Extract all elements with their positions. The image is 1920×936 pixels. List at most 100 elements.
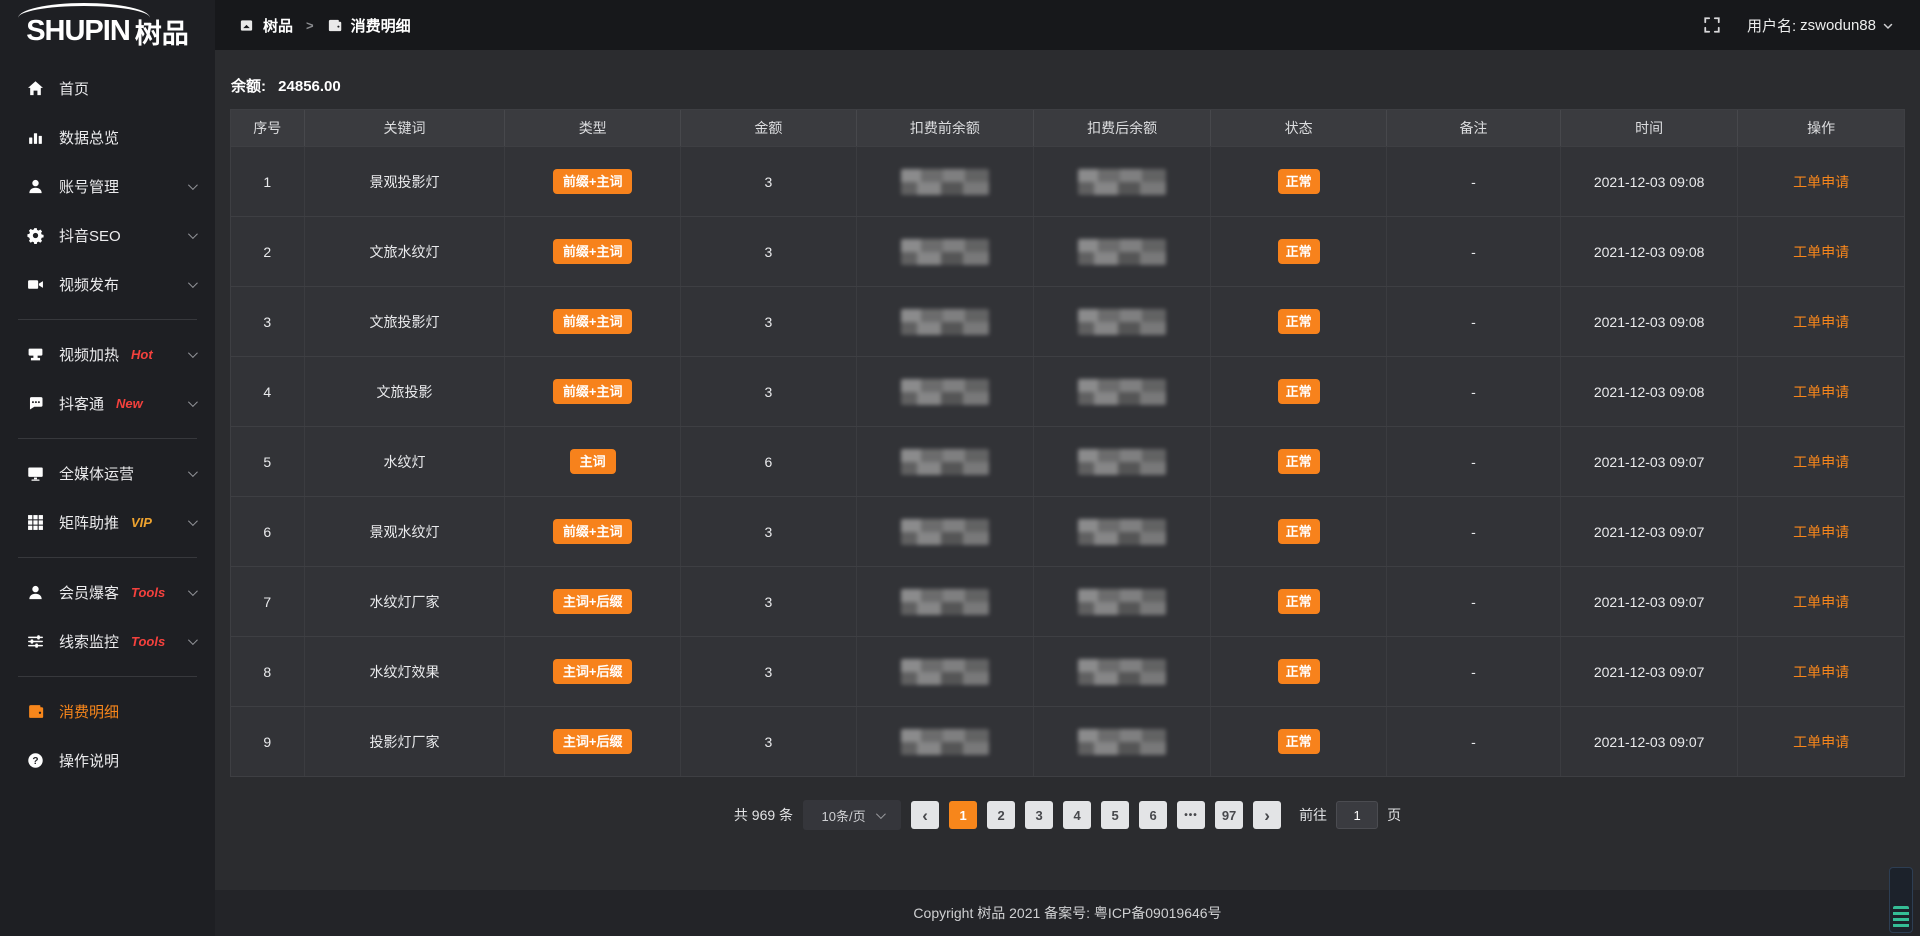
sidebar-item-clue-monitor[interactable]: 线索监控Tools (0, 617, 215, 666)
sidebar-item-douyin-seo[interactable]: 抖音SEO (0, 211, 215, 260)
column-header: 状态 (1211, 110, 1387, 146)
page-button-1[interactable]: 1 (949, 801, 977, 829)
sidebar-item-data-overview[interactable]: 数据总览 (0, 113, 215, 162)
breadcrumb-separator: > (302, 18, 318, 33)
status-badge: 正常 (1278, 589, 1320, 614)
redacted-balance-before (901, 239, 989, 265)
sidebar-item-member-burst[interactable]: 会员爆客Tools (0, 568, 215, 617)
redacted-balance-before (901, 309, 989, 335)
work-order-link[interactable]: 工单申请 (1793, 662, 1849, 682)
work-order-link[interactable]: 工单申请 (1793, 242, 1849, 262)
status-badge: 正常 (1278, 309, 1320, 334)
gear-icon (27, 227, 44, 244)
floating-widget[interactable] (1889, 867, 1913, 933)
keyword-text: 景观投影灯 (369, 172, 439, 192)
status-badge: 正常 (1278, 729, 1320, 754)
total-count: 共 969 条 (734, 805, 793, 825)
time-text: 2021-12-03 09:07 (1594, 524, 1705, 540)
column-header: 操作 (1738, 110, 1904, 146)
page-button-5[interactable]: 5 (1101, 801, 1129, 829)
sidebar-item-label: 全媒体运营 (59, 463, 134, 484)
sidebar-item-home[interactable]: 首页 (0, 64, 215, 113)
page-size-select[interactable]: 10条/页 (803, 800, 901, 830)
work-order-link[interactable]: 工单申请 (1793, 732, 1849, 752)
chevron-down-icon (876, 809, 886, 819)
amount-text: 3 (764, 244, 772, 260)
table-row: 9投影灯厂家主词+后缀3正常-2021-12-03 09:07工单申请 (231, 706, 1904, 776)
fullscreen-icon[interactable] (1703, 16, 1721, 34)
grid-icon (27, 514, 44, 531)
username-value: zswodun88 (1800, 17, 1876, 34)
sidebar-item-matrix-boost[interactable]: 矩阵助推VIP (0, 498, 215, 547)
column-header: 关键词 (305, 110, 506, 146)
breadcrumb-current: 消费明细 (351, 15, 411, 36)
sidebar-item-label: 操作说明 (59, 750, 119, 771)
sidebar-menu: 首页数据总览账号管理抖音SEO视频发布视频加热Hot抖客通New 全媒体运营矩阵助… (0, 62, 215, 785)
table-row: 7水纹灯厂家主词+后缀3正常-2021-12-03 09:07工单申请 (231, 566, 1904, 636)
keyword-text: 文旅投影灯 (369, 312, 439, 332)
keyword-text: 水纹灯厂家 (369, 592, 439, 612)
redacted-balance-after (1078, 589, 1166, 615)
work-order-link[interactable]: 工单申请 (1793, 382, 1849, 402)
page-button-4[interactable]: 4 (1063, 801, 1091, 829)
type-badge: 前缀+主词 (553, 239, 633, 264)
sidebar-item-label: 账号管理 (59, 176, 119, 197)
note-text: - (1471, 244, 1476, 260)
redacted-balance-after (1078, 309, 1166, 335)
sidebar-item-label: 矩阵助推 (59, 512, 119, 533)
sidebar-item-account-manage[interactable]: 账号管理 (0, 162, 215, 211)
table-row: 4文旅投影前缀+主词3正常-2021-12-03 09:08工单申请 (231, 356, 1904, 426)
redacted-balance-before (901, 589, 989, 615)
next-page-button[interactable]: › (1253, 801, 1281, 829)
redacted-balance-before (901, 519, 989, 545)
work-order-link[interactable]: 工单申请 (1793, 172, 1849, 192)
page-button-2[interactable]: 2 (987, 801, 1015, 829)
user-menu[interactable]: 用户名: zswodun88 (1747, 15, 1894, 36)
type-badge: 主词 (570, 449, 616, 474)
status-badge: 正常 (1278, 659, 1320, 684)
sidebar-item-operation-guide[interactable]: ?操作说明 (0, 736, 215, 785)
table-row: 5水纹灯主词6正常-2021-12-03 09:07工单申请 (231, 426, 1904, 496)
goto-page-input[interactable] (1336, 801, 1378, 829)
status-badge: 正常 (1278, 379, 1320, 404)
keyword-text: 景观水纹灯 (369, 522, 439, 542)
sidebar-item-douketong[interactable]: 抖客通New (0, 379, 215, 428)
sidebar-item-media-operation[interactable]: 全媒体运营 (0, 449, 215, 498)
page-button-3[interactable]: 3 (1025, 801, 1053, 829)
work-order-link[interactable]: 工单申请 (1793, 592, 1849, 612)
column-header: 扣费前余额 (857, 110, 1034, 146)
column-header: 序号 (231, 110, 305, 146)
time-text: 2021-12-03 09:08 (1594, 244, 1705, 260)
redacted-balance-before (901, 449, 989, 475)
keyword-text: 水纹灯效果 (369, 662, 439, 682)
sidebar-item-consume-detail[interactable]: 消费明细 (0, 687, 215, 736)
work-order-link[interactable]: 工单申请 (1793, 522, 1849, 542)
work-order-link[interactable]: 工单申请 (1793, 312, 1849, 332)
time-text: 2021-12-03 09:07 (1594, 664, 1705, 680)
redacted-balance-after (1078, 169, 1166, 195)
page-button-6[interactable]: 6 (1139, 801, 1167, 829)
page-button-97[interactable]: 97 (1215, 801, 1243, 829)
row-index: 9 (263, 734, 271, 750)
row-index: 2 (263, 244, 271, 260)
breadcrumb-root[interactable]: 树品 (263, 15, 293, 36)
app-logo[interactable]: SHUPIN 树品 (0, 0, 215, 62)
prev-page-button[interactable]: ‹ (911, 801, 939, 829)
chevron-down-icon (188, 348, 198, 358)
sidebar-item-video-heat[interactable]: 视频加热Hot (0, 330, 215, 379)
logo-arc-decoration (18, 3, 150, 33)
sidebar-item-label: 视频加热 (59, 344, 119, 365)
chevron-down-icon (1882, 19, 1894, 31)
balance-label: 余额: (231, 78, 266, 95)
table-row: 2文旅水纹灯前缀+主词3正常-2021-12-03 09:08工单申请 (231, 216, 1904, 286)
work-order-link[interactable]: 工单申请 (1793, 452, 1849, 472)
redacted-balance-after (1078, 379, 1166, 405)
goto-label: 前往 (1299, 805, 1327, 825)
breadcrumb: 树品 > 消费明细 (239, 15, 411, 36)
column-header: 扣费后余额 (1034, 110, 1211, 146)
page-ellipsis-button[interactable]: ••• (1177, 801, 1205, 829)
sidebar-item-video-publish[interactable]: 视频发布 (0, 260, 215, 309)
balance-row: 余额: 24856.00 (215, 50, 1920, 109)
consume-table: 序号关键词类型金额扣费前余额扣费后余额状态备注时间操作 1景观投影灯前缀+主词3… (230, 109, 1905, 777)
table-header-row: 序号关键词类型金额扣费前余额扣费后余额状态备注时间操作 (231, 110, 1904, 146)
